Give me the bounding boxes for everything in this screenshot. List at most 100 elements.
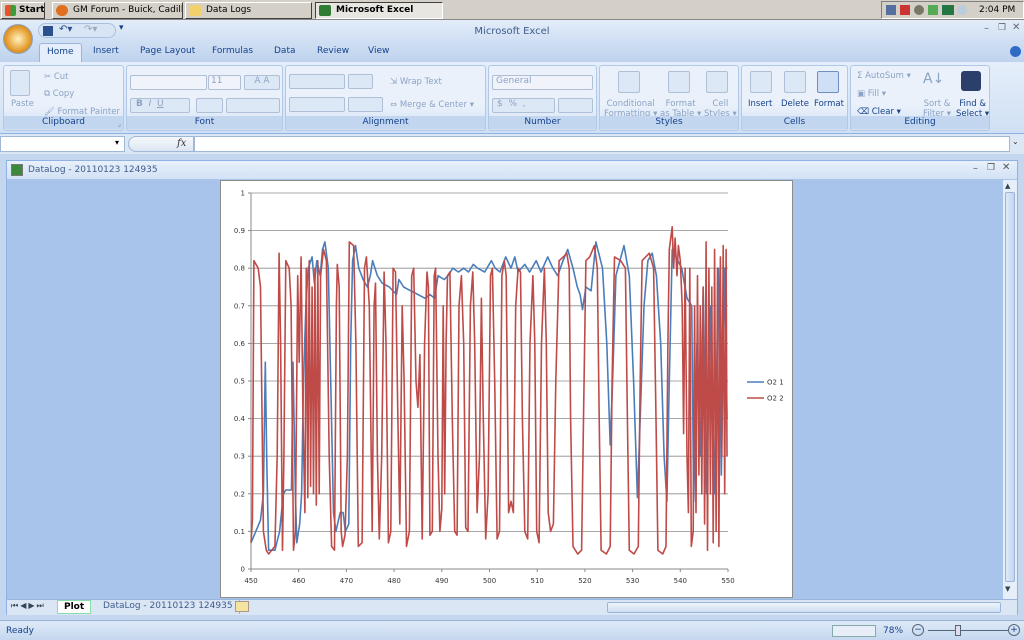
insert-sheet-icon[interactable] [235,601,249,612]
cell-styles-icon[interactable] [706,71,728,93]
wrap-text-button[interactable]: ⇲ Wrap Text [390,77,442,87]
security-alert-icon[interactable] [900,5,910,15]
name-box[interactable] [0,136,125,152]
sheet-nav-arrows[interactable]: ⏮◀▶⏭ [11,601,46,611]
cut-label: Cut [53,72,69,82]
y-tick-label: 0.5 [234,378,245,386]
doc-minimize-button[interactable]: – [973,163,978,174]
vertical-align-icons[interactable] [289,74,345,89]
doc-restore-button[interactable]: ❐ [987,163,995,173]
expand-formula-bar-icon[interactable]: ⌄ [1012,137,1019,146]
zoom-slider-track[interactable] [928,630,1008,631]
group-label: Clipboard [4,116,123,129]
fill-font-color-icons[interactable] [226,98,280,113]
taskbar-task-excel[interactable]: Microsoft Excel [315,2,443,19]
font-size-select[interactable]: 11 [208,75,241,90]
tab-home[interactable]: Home [39,43,82,63]
copy-button[interactable]: ⧉ Copy [44,89,74,99]
group-label: Editing [851,116,989,129]
insert-function-button[interactable]: fx [177,138,186,149]
scroll-thumb[interactable] [1005,192,1015,582]
currency-button[interactable]: $ [497,99,503,109]
close-button[interactable]: ✕ [1012,22,1020,33]
delete-cells-icon[interactable] [784,71,806,93]
tab-page-layout[interactable]: Page Layout [140,46,195,56]
dialog-launcher-icon[interactable]: ⌟ [118,120,121,128]
paste-button[interactable]: Paste [11,99,34,109]
insert-button[interactable]: Insert [748,99,772,109]
format-as-table-icon[interactable] [668,71,690,93]
accounting-percent-comma-buttons[interactable]: $ % , [492,98,555,113]
grow-shrink-font-buttons[interactable]: A A [244,75,280,90]
conditional-formatting-icon[interactable] [618,71,640,93]
horizontal-align-icons[interactable] [289,97,345,112]
paste-icon[interactable] [10,70,30,96]
scroll-up-arrow[interactable]: ▲ [1005,182,1010,190]
comma-button[interactable]: , [523,99,526,109]
percent-button[interactable]: % [508,99,517,109]
tray-volume-icon[interactable] [957,5,967,15]
scroll-down-arrow[interactable]: ▼ [1005,585,1010,593]
minimize-button[interactable]: – [984,23,989,34]
restore-button[interactable]: ❐ [998,23,1006,33]
indent-icons[interactable] [348,97,383,112]
sheet-tab-datalog[interactable]: DataLog - 20110123 124935 [97,600,240,614]
name-box-dropdown-icon[interactable]: ▾ [115,138,119,147]
horizontal-scrollbar[interactable] [607,602,1001,613]
start-button[interactable]: Start [1,2,45,19]
binoculars-icon[interactable] [961,71,981,91]
chart-area[interactable]: 0 0.1 0.2 0.3 0.4 0.5 0.6 0.7 0.8 0.9 1 450 460 470 48… [220,180,793,598]
tray-app-icon-2[interactable] [928,5,938,15]
format-cells-icon[interactable] [817,71,839,93]
vertical-scrollbar[interactable]: ▲ ▼ [1003,180,1017,600]
fill-button[interactable]: ▣ Fill ▾ [857,89,886,99]
tray-app-icon[interactable] [914,5,924,15]
start-label: Start [19,5,45,15]
font-style-buttons[interactable]: B I U [130,98,190,113]
taskbar-task-gm-forum[interactable]: GM Forum - Buick, Cadilla... [52,2,183,19]
tray-monitor-icon[interactable] [942,5,954,15]
zoom-slider-thumb[interactable] [955,625,962,636]
office-button[interactable] [3,24,33,54]
zoom-out-button[interactable]: − [912,624,924,636]
firefox-icon [56,5,68,16]
fill-label: Fill [867,89,880,99]
decimal-buttons[interactable] [558,98,593,113]
tab-view[interactable]: View [368,46,389,56]
sheet-tab-plot[interactable]: Plot [57,600,92,614]
italic-button[interactable]: I [149,99,152,109]
number-format-select[interactable]: General [492,75,593,90]
doc-close-button[interactable]: ✕ [1002,162,1010,173]
autosum-button[interactable]: Σ AutoSum ▾ [857,71,911,81]
tab-review[interactable]: Review [317,46,349,56]
zoom-in-button[interactable]: + [1008,624,1020,636]
x-tick-label: 540 [674,577,687,585]
group-label: Font [127,116,282,129]
merge-center-button[interactable]: ⇔ Merge & Center ▾ [390,100,474,110]
formula-input[interactable] [194,136,1010,152]
bold-button[interactable]: B [136,99,143,109]
sort-filter-icon[interactable]: A↓ [923,71,944,87]
help-icon[interactable] [1010,46,1021,57]
view-buttons[interactable] [832,625,876,637]
tab-insert[interactable]: Insert [93,46,119,56]
autosum-label: AutoSum [865,71,904,81]
legend-label: O2 2 [767,395,784,403]
taskbar-task-data-logs[interactable]: Data Logs [185,2,312,19]
font-name-select[interactable] [130,75,207,90]
zoom-level[interactable]: 78% [883,626,903,636]
group-cells: Insert Delete Format Cells [741,65,848,131]
formula-controls: fx [128,136,194,152]
orientation-icon[interactable] [348,74,373,89]
group-alignment: ⇲ Wrap Text ⇔ Merge & Center ▾ Alignment [285,65,486,131]
tab-data[interactable]: Data [274,46,296,56]
underline-button[interactable]: U [157,99,164,109]
merge-center-label: Merge & Center [399,100,468,110]
insert-cells-icon[interactable] [750,71,772,93]
borders-icon[interactable] [196,98,223,113]
delete-button[interactable]: Delete [781,99,809,109]
network-icon[interactable] [886,5,896,15]
tab-formulas[interactable]: Formulas [212,46,253,56]
cut-button[interactable]: ✂ Cut [44,72,68,82]
format-button[interactable]: Format [814,99,844,109]
